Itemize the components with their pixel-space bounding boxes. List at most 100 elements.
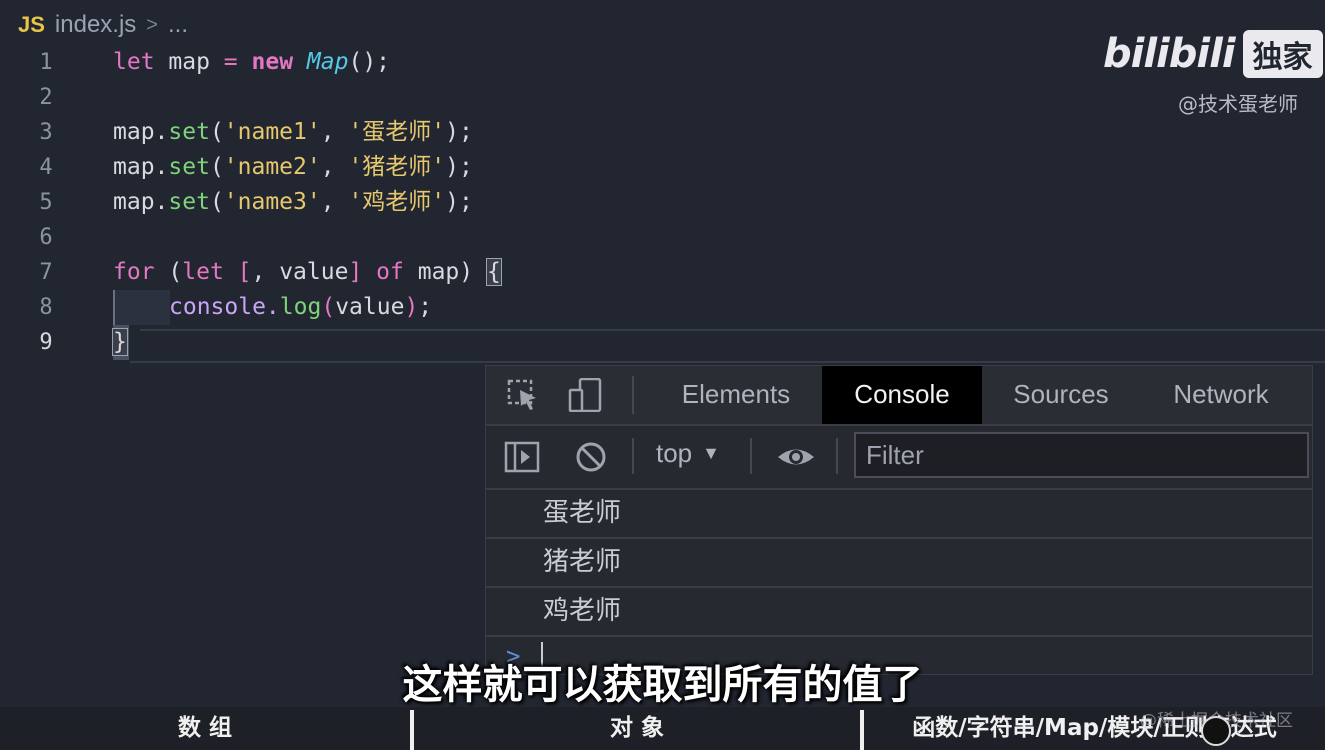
chapter-item[interactable]: 数 组 [0, 707, 410, 750]
toolbar-divider [632, 376, 634, 414]
clear-console-icon[interactable] [574, 440, 610, 474]
method-name: set [168, 154, 210, 180]
line-number: 5 [39, 190, 53, 215]
method-name: log [279, 294, 322, 320]
keyword: of [376, 259, 404, 285]
punctuation: ); [445, 189, 473, 215]
string-literal: 'name3' [223, 189, 321, 215]
method-name: set [168, 189, 210, 215]
chapter-item[interactable]: 对 象 [414, 707, 860, 750]
keyword: let [113, 49, 155, 75]
line-number: 1 [39, 50, 53, 75]
punctuation: , [320, 119, 349, 145]
devtools-tab-bar: Elements Console Sources Network [486, 366, 1312, 426]
video-subtitle: 这样就可以获取到所有的值了 [402, 662, 923, 708]
identifier: console. [169, 294, 280, 320]
context-value: top [656, 438, 693, 468]
code-text: } [112, 325, 128, 360]
toolbar-divider [632, 438, 634, 474]
code-line-1: 1 let map = new Map(); [0, 45, 1325, 80]
operator: = [223, 49, 238, 75]
bracket: ( [321, 294, 336, 320]
code-text: console.log(value); [169, 290, 432, 325]
console-log-row: 鸡老师 [486, 588, 1312, 637]
punctuation: ); [445, 119, 473, 145]
sidebar-toggle-icon[interactable] [504, 440, 540, 474]
identifier: map. [113, 189, 169, 215]
line-number: 8 [39, 295, 53, 320]
code-text: for (let [, value] of map) { [113, 255, 502, 290]
toolbar-divider [836, 438, 838, 474]
log-message: 蛋老师 [543, 498, 622, 528]
code-line-8: 8 console.log(value); [0, 290, 1325, 325]
tab-elements[interactable]: Elements [656, 366, 816, 424]
string-literal: 'name2' [223, 154, 321, 180]
console-log-row: 蛋老师 [486, 490, 1312, 539]
breadcrumb: JS index.js > ... [18, 8, 188, 42]
punctuation: ); [445, 154, 473, 180]
tab-network[interactable]: Network [1146, 366, 1296, 424]
line-number: 6 [39, 225, 53, 250]
devtools-panel: Elements Console Sources Network top ▼ 蛋老… [485, 365, 1313, 675]
string-literal: '鸡老师' [348, 189, 446, 215]
identifier: , value [251, 259, 349, 285]
punctuation: ( [209, 154, 224, 180]
chapter-bar: 数 组 对 象 函数/字符串/Map/模块/正则表达式 [0, 707, 1325, 750]
code-line-4: 4 map.set('name2', '猪老师'); [0, 150, 1325, 185]
device-toolbar-icon[interactable] [568, 377, 604, 413]
string-literal: 'name1' [223, 119, 321, 145]
identifier: map [154, 49, 224, 75]
js-file-icon: JS [18, 12, 45, 37]
bracket: ] [348, 259, 363, 285]
console-toolbar: top ▼ [486, 426, 1312, 490]
line-number: 3 [39, 120, 53, 145]
brace-match: } [112, 328, 128, 356]
identifier: map. [113, 154, 169, 180]
inspect-element-icon[interactable] [506, 378, 542, 412]
bracket: [ [237, 259, 252, 285]
keyword: let [182, 259, 224, 285]
method-name: set [168, 119, 210, 145]
punctuation: (); [348, 49, 391, 75]
log-message: 鸡老师 [543, 596, 622, 626]
code-line-2: 2 [0, 80, 1325, 115]
line-number: 2 [39, 85, 53, 110]
punctuation: , [320, 189, 349, 215]
punctuation: ( [209, 119, 224, 145]
keyword: new [251, 49, 294, 75]
log-message: 猪老师 [543, 547, 622, 577]
tab-sources[interactable]: Sources [986, 366, 1136, 424]
record-indicator-icon [1201, 716, 1231, 746]
identifier: map) [403, 259, 487, 285]
line-number: 4 [39, 155, 53, 180]
class-name: Map [306, 49, 349, 75]
code-text: map.set('name3', '鸡老师'); [113, 185, 473, 220]
keyword: for [113, 259, 155, 285]
line-number: 9 [39, 330, 53, 355]
punctuation: , [320, 154, 349, 180]
identifier: value [335, 294, 405, 320]
eye-icon[interactable] [776, 440, 814, 474]
code-line-7: 7 for (let [, value] of map) { [0, 255, 1325, 290]
identifier: map. [113, 119, 169, 145]
punctuation: ; [418, 294, 433, 320]
breadcrumb-more[interactable]: ... [168, 11, 188, 39]
current-line-highlight [130, 361, 1325, 363]
code-text: let map = new Map(); [113, 45, 390, 80]
code-line-5: 5 map.set('name3', '鸡老师'); [0, 185, 1325, 220]
console-filter-input[interactable] [854, 432, 1309, 478]
punctuation: ( [154, 259, 183, 285]
chevron-right-icon: > [146, 13, 158, 36]
string-literal: '蛋老师' [348, 119, 446, 145]
console-log-row: 猪老师 [486, 539, 1312, 588]
context-selector[interactable]: top ▼ [656, 438, 720, 469]
punctuation: ( [209, 189, 224, 215]
brace-match: { [485, 258, 502, 286]
code-editor[interactable]: 1 let map = new Map(); 2 3 map.set('name… [0, 45, 1325, 365]
breadcrumb-filename[interactable]: index.js [55, 11, 136, 39]
line-number: 7 [39, 260, 53, 285]
current-line-highlight [140, 329, 1325, 331]
tab-console[interactable]: Console [822, 366, 982, 424]
